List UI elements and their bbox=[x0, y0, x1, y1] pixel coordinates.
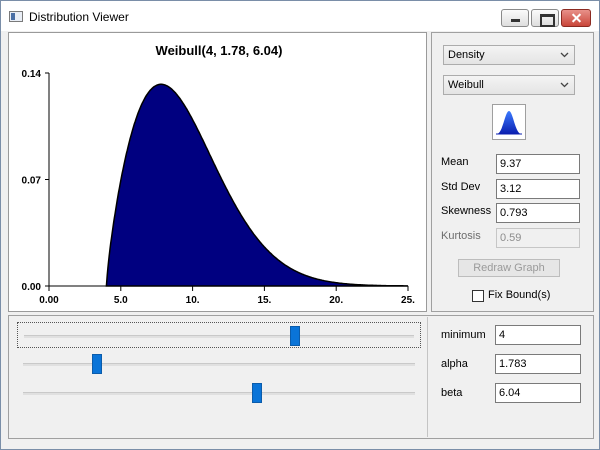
mean-field[interactable]: 9.37 bbox=[496, 154, 580, 174]
minimum-label: minimum bbox=[441, 329, 486, 341]
chart-title: Weibull(4, 1.78, 6.04) bbox=[156, 43, 283, 58]
distribution-shape-icon bbox=[496, 111, 522, 135]
title-bar[interactable]: Distribution Viewer bbox=[1, 1, 599, 31]
minimum-field[interactable]: 4 bbox=[495, 325, 581, 345]
slider-track bbox=[23, 392, 415, 395]
redraw-graph-button[interactable]: Redraw Graph bbox=[458, 259, 560, 277]
density-chart: Weibull(4, 1.78, 6.04) 0.00 5.0 10. 15. 20. 2… bbox=[22, 43, 416, 306]
beta-field[interactable]: 6.04 bbox=[495, 383, 581, 403]
window-title: Distribution Viewer bbox=[29, 10, 129, 24]
std-dev-label: Std Dev bbox=[441, 181, 481, 193]
kurtosis-label: Kurtosis bbox=[441, 230, 481, 242]
distribution-shape-button[interactable] bbox=[492, 104, 526, 140]
chevron-down-icon bbox=[560, 82, 569, 88]
y-tick-label: 0.07 bbox=[22, 176, 42, 187]
plot-panel: Weibull(4, 1.78, 6.04) 0.00 5.0 10. 15. 20. 2… bbox=[8, 32, 427, 312]
maximize-button[interactable] bbox=[531, 9, 559, 27]
alpha-field[interactable]: 1.783 bbox=[495, 354, 581, 374]
plot-type-dropdown[interactable]: Density bbox=[443, 45, 575, 65]
mean-label: Mean bbox=[441, 156, 469, 168]
density-curve bbox=[105, 83, 409, 287]
kurtosis-field: 0.59 bbox=[496, 228, 580, 248]
beta-label: beta bbox=[441, 387, 463, 399]
x-tick-label: 20. bbox=[329, 295, 343, 306]
chevron-down-icon bbox=[560, 52, 569, 58]
y-tick-label: 0.14 bbox=[22, 69, 42, 80]
beta-slider[interactable] bbox=[17, 380, 421, 406]
fix-bounds-checkbox[interactable] bbox=[472, 290, 484, 302]
alpha-slider[interactable] bbox=[17, 351, 421, 377]
minimum-slider[interactable] bbox=[17, 322, 421, 348]
skewness-label: Skewness bbox=[441, 205, 492, 217]
slider-track bbox=[24, 335, 414, 338]
panel-divider bbox=[427, 317, 428, 437]
slider-track bbox=[23, 363, 415, 366]
x-tick-label: 5.0 bbox=[114, 295, 128, 306]
std-dev-field[interactable]: 3.12 bbox=[496, 179, 580, 199]
fix-bounds-label[interactable]: Fix Bound(s) bbox=[488, 289, 550, 301]
y-tick-label: 0.00 bbox=[22, 282, 42, 293]
minimum-slider-thumb[interactable] bbox=[290, 326, 300, 346]
distribution-dropdown[interactable]: Weibull bbox=[443, 75, 575, 95]
x-tick-label: 0.00 bbox=[39, 295, 59, 306]
alpha-label: alpha bbox=[441, 358, 468, 370]
distribution-value: Weibull bbox=[448, 79, 484, 91]
beta-slider-thumb[interactable] bbox=[252, 383, 263, 403]
app-icon bbox=[9, 11, 23, 22]
skewness-field[interactable]: 0.793 bbox=[496, 203, 580, 223]
close-button[interactable] bbox=[561, 9, 591, 27]
app-window: Distribution Viewer Weibull(4, 1.78, 6.0… bbox=[0, 0, 600, 450]
alpha-slider-thumb[interactable] bbox=[91, 354, 102, 374]
plot-type-value: Density bbox=[448, 49, 485, 61]
x-tick-label: 10. bbox=[186, 295, 200, 306]
x-tick-label: 25. bbox=[401, 295, 415, 306]
x-tick-label: 15. bbox=[257, 295, 271, 306]
minimize-button[interactable] bbox=[501, 9, 529, 27]
